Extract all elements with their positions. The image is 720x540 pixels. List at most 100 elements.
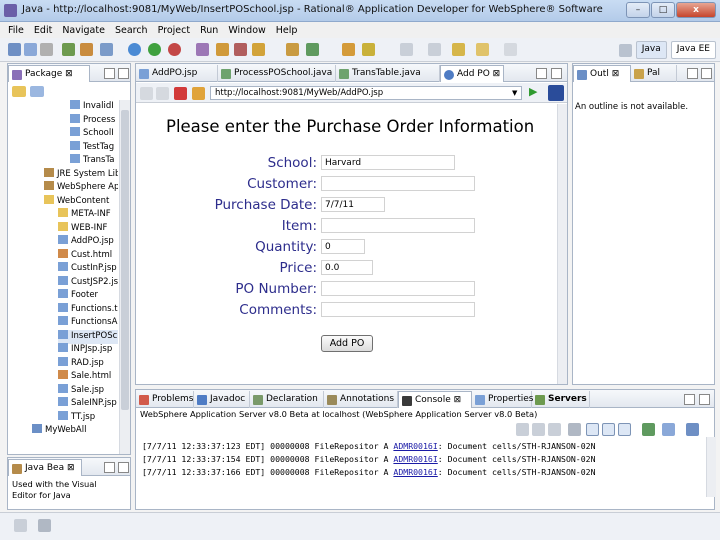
search-icon[interactable]: [252, 43, 265, 56]
maximize-view-icon[interactable]: [701, 68, 712, 79]
annotation-next-icon[interactable]: [400, 43, 413, 56]
new-java-project-icon[interactable]: [196, 43, 209, 56]
back-icon[interactable]: [140, 87, 153, 100]
menu-help[interactable]: Help: [276, 25, 298, 36]
tree-item[interactable]: InsertPOScl: [58, 329, 118, 344]
menu-file[interactable]: File: [8, 25, 24, 36]
menu-run[interactable]: Run: [200, 25, 218, 36]
java-beans-tab[interactable]: Java Bea ⊠: [8, 459, 82, 476]
tree-item[interactable]: WebSphere Ap: [44, 181, 118, 195]
minimize-view-icon[interactable]: [687, 68, 698, 79]
po-number-input[interactable]: [321, 281, 475, 296]
show-on-output-icon[interactable]: [602, 423, 615, 436]
tree-item[interactable]: WebContent: [44, 194, 109, 209]
tab-transtable[interactable]: TransTable.java: [336, 65, 440, 82]
tree-item[interactable]: Sale.html: [58, 370, 111, 384]
forward-icon[interactable]: [156, 87, 169, 100]
tab-problems[interactable]: Problems: [136, 391, 194, 408]
run-icon[interactable]: [148, 43, 161, 56]
tab-properties[interactable]: Properties: [472, 391, 533, 408]
tree-item[interactable]: Process: [70, 113, 115, 128]
open-resource-icon[interactable]: [306, 43, 319, 56]
terminate-icon[interactable]: [516, 423, 529, 436]
tab-addpo-jsp[interactable]: AddPO.jsp: [136, 65, 218, 82]
menu-window[interactable]: Window: [228, 25, 265, 36]
tab-servers[interactable]: Servers: [532, 391, 590, 408]
purchase-date-input[interactable]: 7/7/11: [321, 197, 385, 212]
tree-item[interactable]: Functions.t: [58, 302, 118, 317]
tree-item[interactable]: META-INF: [58, 208, 111, 222]
tab-javadoc[interactable]: Javadoc: [194, 391, 250, 408]
collapse-all-icon[interactable]: [12, 86, 26, 97]
browser-menu-icon[interactable]: [548, 85, 564, 101]
outline-tab[interactable]: Outl ⊠: [573, 65, 631, 82]
trim-stack-icon[interactable]: [38, 519, 51, 532]
tree-item[interactable]: TT.jsp: [58, 410, 95, 425]
display-console-icon[interactable]: [662, 423, 675, 436]
new-icon[interactable]: [8, 43, 21, 56]
back-icon[interactable]: [476, 43, 489, 56]
menu-search[interactable]: Search: [115, 25, 148, 36]
console-scrollbar[interactable]: [706, 437, 716, 497]
tree-item[interactable]: TransTa: [70, 154, 114, 168]
package-icon[interactable]: [80, 43, 93, 56]
save-icon[interactable]: [24, 43, 37, 56]
package-scroll-thumb[interactable]: [121, 110, 129, 410]
school-input[interactable]: Harvard: [321, 155, 455, 170]
quantity-input[interactable]: 0: [321, 239, 365, 254]
url-input[interactable]: http://localhost:9081/MyWeb/AddPO.jsp: [210, 86, 522, 100]
toggle-icon[interactable]: [100, 43, 113, 56]
tree-item[interactable]: MyWebAll: [32, 424, 86, 438]
tree-item[interactable]: InvalidI: [70, 100, 114, 114]
add-po-button[interactable]: Add PO: [321, 335, 373, 352]
debug-icon[interactable]: [128, 43, 141, 56]
tree-item[interactable]: Cust.html: [58, 248, 112, 263]
tree-item[interactable]: AddPO.jsp: [58, 235, 114, 249]
menu-edit[interactable]: Edit: [34, 25, 52, 36]
open-type-icon[interactable]: [286, 43, 299, 56]
tab-annotations[interactable]: Annotations: [324, 391, 398, 408]
tree-item[interactable]: Sale.jsp: [58, 383, 104, 398]
minimize-view-icon[interactable]: [104, 68, 115, 79]
minimize-view-icon[interactable]: [536, 68, 547, 79]
pin-console-icon[interactable]: [642, 423, 655, 436]
package-scrollbar[interactable]: [119, 100, 130, 454]
menu-navigate[interactable]: Navigate: [62, 25, 105, 36]
tree-item[interactable]: WEB-INF: [58, 221, 107, 236]
tree-item[interactable]: CustInP.jsp: [58, 262, 117, 276]
tab-add-po-browser[interactable]: Add PO ⊠: [440, 65, 504, 82]
tree-item[interactable]: JRE System Lib: [44, 167, 118, 182]
show-on-error-icon[interactable]: [618, 423, 631, 436]
message-code-link[interactable]: ADMR0016I: [393, 454, 437, 464]
tree-item[interactable]: CustJSP2.jsp: [58, 275, 118, 290]
tree-item[interactable]: INPJsp.jsp: [58, 343, 112, 357]
tab-console[interactable]: Console ⊠: [398, 391, 472, 408]
price-input[interactable]: 0.0: [321, 260, 373, 275]
server-icon[interactable]: [62, 43, 75, 56]
refresh-icon[interactable]: [192, 87, 205, 100]
link-editor-icon[interactable]: [30, 86, 44, 97]
new-class-icon[interactable]: [216, 43, 229, 56]
open-console-icon[interactable]: [686, 423, 699, 436]
remove-launch-icon[interactable]: [532, 423, 545, 436]
forward-icon[interactable]: [504, 43, 517, 56]
maximize-view-icon[interactable]: [118, 68, 129, 79]
tree-item[interactable]: SaleINP.jsp: [58, 397, 117, 411]
tree-item[interactable]: FunctionsA: [58, 316, 117, 330]
tree-item[interactable]: RAD.jsp: [58, 356, 104, 371]
tree-item[interactable]: TestTag: [70, 140, 114, 155]
perspective-javaee[interactable]: Java EE: [670, 41, 716, 59]
palette-tab[interactable]: Pal: [631, 65, 677, 82]
pin-icon[interactable]: [452, 43, 465, 56]
chevron-down-icon[interactable]: ▼: [512, 89, 517, 97]
message-code-link[interactable]: ADMR0016I: [393, 467, 437, 477]
open-folder-icon[interactable]: [342, 43, 355, 56]
minimize-view-icon[interactable]: [104, 462, 115, 473]
comments-input[interactable]: [321, 302, 475, 317]
editor-scrollbar[interactable]: [557, 104, 567, 384]
tree-item[interactable]: SchoolI: [70, 127, 114, 141]
scroll-lock-icon[interactable]: [586, 423, 599, 436]
tree-item[interactable]: Footer: [58, 289, 98, 303]
annotation-prev-icon[interactable]: [428, 43, 441, 56]
maximize-view-icon[interactable]: [118, 462, 129, 473]
